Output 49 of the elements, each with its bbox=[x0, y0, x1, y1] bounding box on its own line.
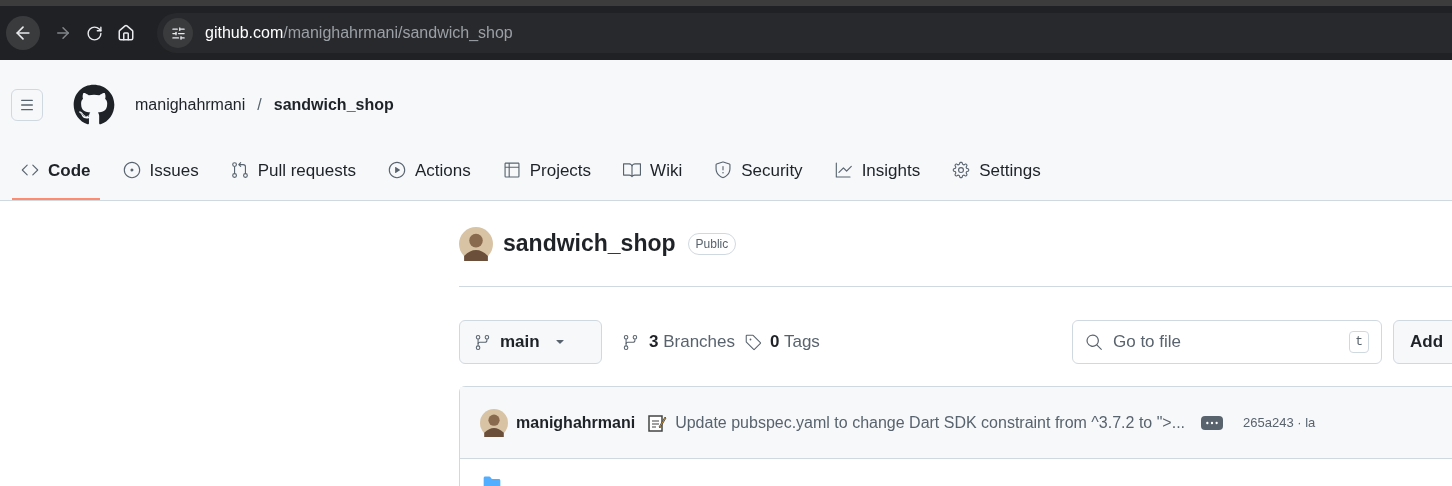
branches-link[interactable]: 3 Branches bbox=[622, 329, 736, 355]
pull-request-icon bbox=[230, 161, 249, 180]
nav-tab[interactable]: Insights bbox=[825, 157, 930, 200]
nav-tab[interactable]: Pull requests bbox=[221, 157, 365, 200]
commit-message[interactable]: Update pubspec.yaml to change Dart SDK constraint from ^3.7.2 to ">... bbox=[675, 410, 1186, 435]
shield-icon bbox=[714, 161, 733, 180]
graph-icon bbox=[834, 161, 853, 180]
menu-icon bbox=[19, 97, 35, 113]
path-separator: / bbox=[257, 95, 262, 115]
nav-tab[interactable]: Actions bbox=[378, 157, 480, 200]
tag-icon bbox=[745, 333, 763, 351]
tags-link[interactable]: 0 Tags bbox=[745, 329, 820, 355]
commit-author[interactable]: manighahrmani bbox=[516, 410, 636, 435]
address-bar[interactable]: github.com/manighahrmani/sandwich_shop bbox=[157, 13, 1452, 53]
owner-link[interactable]: manighahrmani bbox=[135, 93, 246, 117]
nav-tab[interactable]: Wiki bbox=[614, 157, 692, 200]
memo-icon bbox=[647, 412, 668, 433]
branch-icon bbox=[622, 333, 639, 351]
site-settings-button[interactable] bbox=[163, 18, 193, 48]
shortcut-key: t bbox=[1349, 331, 1369, 353]
avatar bbox=[480, 408, 508, 437]
branch-selector[interactable]: main bbox=[459, 320, 602, 364]
branch-icon bbox=[474, 333, 491, 351]
reload-icon[interactable] bbox=[86, 24, 103, 42]
home-icon[interactable] bbox=[117, 24, 135, 42]
nav-tab[interactable]: Security bbox=[705, 157, 812, 200]
nav-tab[interactable]: Projects bbox=[493, 157, 601, 200]
table-icon bbox=[502, 161, 521, 180]
go-to-file-input[interactable]: Go to file bbox=[1113, 329, 1340, 355]
nav-tab[interactable]: Settings bbox=[943, 157, 1050, 200]
commit-hash[interactable]: 265a243 · la bbox=[1243, 412, 1316, 433]
nav-tab[interactable]: Code bbox=[12, 157, 100, 200]
gear-icon bbox=[952, 161, 971, 180]
url-text: github.com/manighahrmani/sandwich_shop bbox=[205, 23, 513, 43]
back-button[interactable] bbox=[6, 16, 40, 50]
github-logo[interactable] bbox=[73, 84, 115, 126]
avatar bbox=[459, 226, 493, 261]
add-file-button[interactable]: Add bbox=[1393, 320, 1452, 364]
expand-message-button[interactable] bbox=[1201, 415, 1224, 430]
repo-title: sandwich_shop bbox=[503, 229, 676, 259]
forward-icon[interactable] bbox=[54, 24, 72, 42]
search-icon bbox=[1085, 333, 1103, 351]
nav-tab[interactable]: Issues bbox=[113, 157, 208, 200]
book-icon bbox=[623, 161, 642, 180]
menu-button[interactable] bbox=[11, 89, 43, 121]
repo-link[interactable]: sandwich_shop bbox=[273, 93, 394, 117]
sliders-icon bbox=[170, 25, 186, 41]
play-icon bbox=[387, 161, 406, 180]
go-to-file-field[interactable]: Go to file t bbox=[1072, 320, 1382, 364]
